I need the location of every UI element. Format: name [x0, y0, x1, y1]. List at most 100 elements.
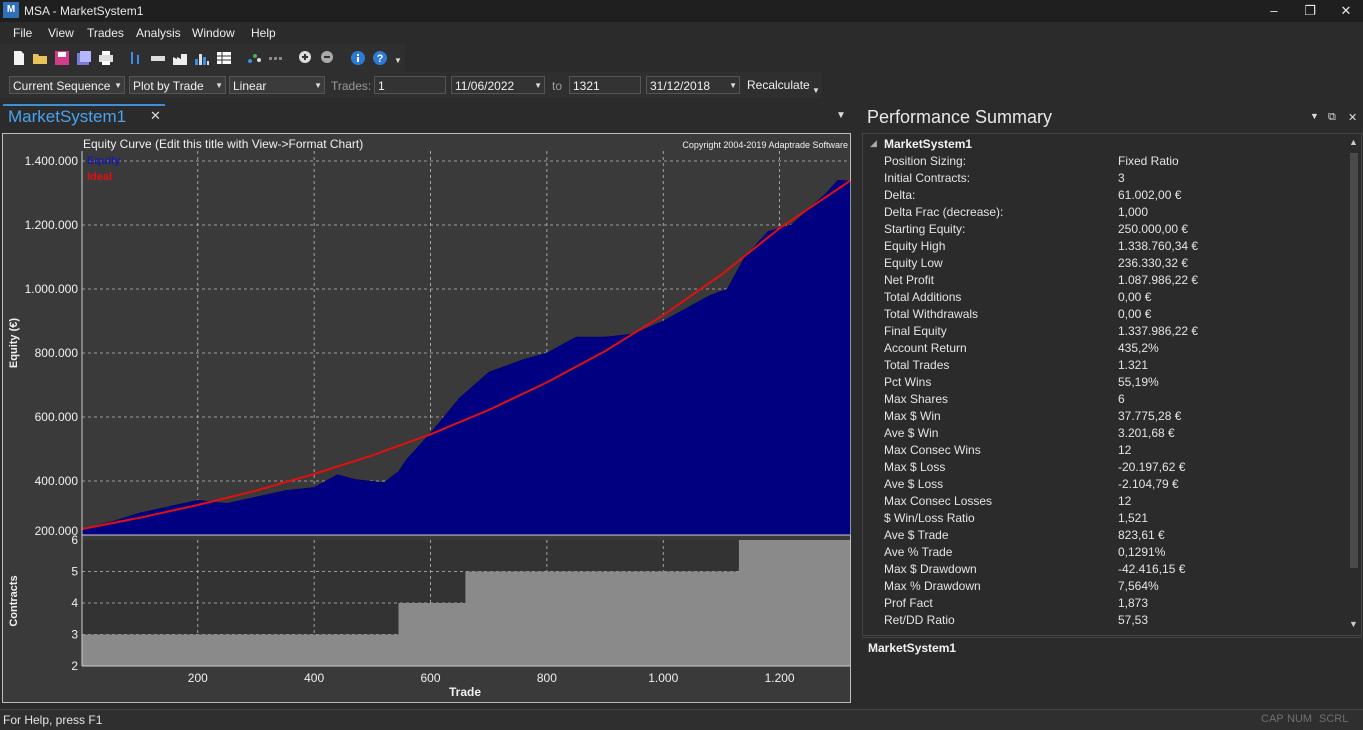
summary-row-label: Initial Contracts: [884, 171, 971, 185]
summary-row-value: 0,00 € [1118, 307, 1152, 321]
legend-ideal: Ideal [87, 171, 112, 183]
minimize-button[interactable]: – [1260, 2, 1288, 20]
sequence-icon[interactable] [268, 50, 284, 66]
app-icon: M [3, 2, 19, 18]
print-icon[interactable] [98, 50, 114, 66]
summary-row-value: 57,53 [1118, 613, 1149, 627]
summary-row-value: 3 [1118, 171, 1125, 185]
summary-row-value: 0,1291% [1118, 545, 1166, 559]
trades-label: Trades: [331, 79, 372, 93]
summary-row-label: Starting Equity: [884, 222, 966, 236]
summary-row-value: 1,521 [1118, 511, 1149, 525]
chart-title: Equity Curve (Edit this title with View-… [83, 137, 363, 151]
date-from-picker[interactable]: 11/06/2022 ▼ [451, 76, 545, 94]
summary-row-label: Total Trades [884, 358, 950, 372]
summary-row-label: Ave $ Loss [884, 477, 944, 491]
chevron-down-icon[interactable]: ▼ [1310, 111, 1319, 121]
menu-window[interactable]: Window [192, 26, 235, 40]
pin-icon[interactable]: ⧉ [1328, 111, 1336, 124]
window-title: MSA - MarketSystem1 [24, 4, 144, 18]
help-icon[interactable]: ? [372, 50, 388, 66]
summary-row-value: 37.775,28 € [1118, 409, 1182, 423]
scale-select-value: Linear [233, 79, 267, 93]
y-tick-label: 800.000 [35, 346, 79, 360]
summary-row-label: Total Withdrawals [884, 307, 979, 321]
toolbar-overflow-icon[interactable]: ▼ [394, 56, 402, 65]
histogram-icon[interactable] [194, 50, 210, 66]
factory-icon[interactable] [172, 50, 188, 66]
x-tick-label: 400 [304, 671, 324, 685]
scroll-thumb[interactable] [1350, 153, 1358, 568]
toolbar-overflow-icon[interactable]: ▼ [812, 86, 820, 95]
sequence-select[interactable]: Current Sequence ▼ [9, 76, 125, 94]
summary-row-label: Ret/DD Ratio [884, 613, 955, 627]
chevron-down-icon[interactable]: ▼ [836, 110, 846, 121]
save-as-icon[interactable] [76, 50, 92, 66]
scatter-icon[interactable] [246, 50, 262, 66]
y2-tick-label: 3 [71, 628, 78, 642]
y2-tick-label: 5 [71, 565, 78, 579]
legend-equity: Equity [87, 155, 121, 167]
summary-row-label: Net Profit [884, 273, 935, 287]
zoom-in-icon[interactable] [298, 50, 314, 66]
chevron-down-icon: ▼ [729, 81, 737, 90]
y-tick-label: 1.400.000 [25, 154, 79, 168]
open-folder-icon[interactable] [32, 50, 48, 66]
summary-row-value: 55,19% [1118, 375, 1159, 389]
summary-row-label: Pct Wins [884, 375, 932, 389]
date-to-picker[interactable]: 31/12/2018 ▼ [646, 76, 740, 94]
chart-copyright: Copyright 2004-2019 Adaptrade Software [682, 140, 848, 150]
summary-row-label: Max $ Drawdown [884, 562, 977, 576]
ruler-icon[interactable] [150, 50, 166, 66]
info-icon[interactable] [350, 50, 366, 66]
summary-row-label: Equity High [884, 239, 946, 253]
close-icon[interactable]: ✕ [1348, 111, 1357, 124]
summary-row-label: Position Sizing: [884, 154, 967, 168]
close-icon[interactable]: ✕ [150, 108, 161, 124]
menu-trades[interactable]: Trades [87, 26, 124, 40]
summary-row-label: Max Shares [884, 392, 949, 406]
summary-row-value: -20.197,62 € [1118, 460, 1186, 474]
equity-chart[interactable]: 200 400 600 800 1.000 1.200 1.400.000 1.200.000… [2, 133, 851, 703]
scale-select[interactable]: Linear ▼ [229, 76, 325, 94]
trades-from-input[interactable]: 1 [374, 76, 446, 94]
status-cap: CAP [1261, 713, 1284, 725]
summary-row-value: 12 [1118, 494, 1132, 508]
collapse-icon[interactable]: ◢ [870, 138, 877, 149]
maximize-button[interactable]: ❐ [1296, 2, 1324, 20]
table-icon[interactable] [216, 50, 232, 66]
save-icon[interactable] [54, 50, 70, 66]
summary-row-value: -42.416,15 € [1118, 562, 1186, 576]
summary-row-label: Ave % Trade [884, 545, 953, 559]
chevron-down-icon: ▼ [534, 81, 542, 90]
scroll-up-icon[interactable]: ▲ [1349, 137, 1358, 147]
menu-file[interactable]: File [13, 26, 32, 40]
summary-row-value: 61.002,00 € [1118, 188, 1182, 202]
plot-mode-select[interactable]: Plot by Trade ▼ [129, 76, 226, 94]
summary-row-label: Account Return [884, 341, 967, 355]
summary-row-label: $ Win/Loss Ratio [884, 511, 975, 525]
document-tab-label[interactable]: MarketSystem1 [8, 107, 126, 127]
summary-row-value: 1.337.986,22 € [1118, 324, 1199, 338]
chevron-down-icon: ▼ [114, 81, 122, 90]
close-window-button[interactable]: ✕ [1332, 2, 1360, 20]
zoom-out-icon[interactable] [320, 50, 336, 66]
recalculate-button[interactable]: Recalculate [747, 78, 810, 92]
summary-row-label: Max % Drawdown [884, 579, 981, 593]
menu-view[interactable]: View [48, 26, 74, 40]
menu-analysis[interactable]: Analysis [136, 26, 181, 40]
trades-to-input[interactable]: 1321 [569, 76, 641, 94]
chevron-down-icon: ▼ [314, 81, 322, 90]
y-axis-label: Equity (€) [8, 318, 20, 368]
menu-help[interactable]: Help [251, 26, 276, 40]
summary-row-value: 0,00 € [1118, 290, 1152, 304]
title-bar [0, 0, 1363, 22]
summary-group-header[interactable]: MarketSystem1 [884, 137, 972, 151]
description-title: MarketSystem1 [868, 641, 957, 655]
y2-tick-label: 2 [71, 659, 78, 673]
x-tick-label: 600 [420, 671, 440, 685]
new-file-icon[interactable] [11, 50, 27, 66]
scroll-down-icon[interactable]: ▼ [1349, 619, 1358, 629]
price-bars-icon[interactable] [128, 50, 144, 66]
summary-row-label: Ave $ Trade [884, 528, 949, 542]
